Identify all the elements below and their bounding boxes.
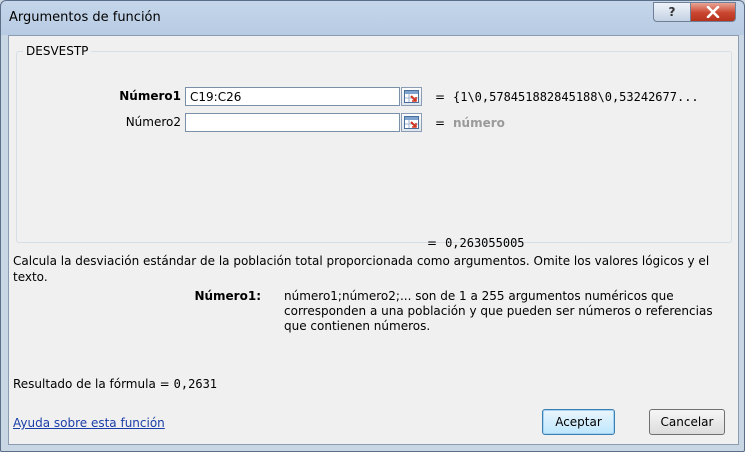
question-mark-icon: ?	[668, 5, 676, 19]
arg2-result: número	[453, 116, 505, 130]
arg-help-name: Número1:	[194, 289, 261, 303]
ok-button[interactable]: Aceptar	[542, 409, 615, 435]
arg2-equals: =	[435, 116, 446, 130]
formula-result: Resultado de la fórmula = 0,2631	[13, 377, 217, 391]
result-equals: =	[427, 236, 438, 250]
help-link[interactable]: Ayuda sobre esta función	[13, 416, 165, 430]
arg2-collapse-button[interactable]	[401, 113, 422, 132]
function-name: DESVESTP	[23, 44, 92, 58]
arg2-label: Número2	[125, 115, 181, 129]
arg1-collapse-button[interactable]	[401, 87, 422, 106]
range-select-icon	[404, 116, 419, 129]
function-result: = 0,263055005	[427, 236, 525, 250]
title-bar: Argumentos de función ?	[1, 1, 744, 35]
arg1-label: Número1	[119, 89, 181, 103]
formula-result-value: 0,2631	[173, 377, 218, 391]
arg1-equals: =	[435, 90, 446, 104]
arg2-input[interactable]	[185, 113, 400, 132]
dialog-title: Argumentos de función	[9, 10, 161, 25]
formula-result-label: Resultado de la fórmula =	[13, 377, 170, 391]
arg-help-text: número1;número2;... son de 1 a 255 argum…	[284, 289, 713, 333]
function-description: Calcula la desviación estándar de la pob…	[13, 254, 710, 284]
dialog-body: DESVESTP Número1 = {1\0,578451882845188\…	[8, 35, 739, 445]
cancel-button[interactable]: Cancelar	[649, 409, 725, 435]
result-value: 0,263055005	[445, 236, 525, 250]
function-arguments-dialog: Argumentos de función ? DESVESTP Número1	[0, 0, 745, 452]
arg1-result: {1\0,578451882845188\0,53242677...	[453, 90, 699, 104]
close-icon	[706, 6, 720, 18]
arg1-input[interactable]	[185, 87, 400, 106]
arguments-group: DESVESTP Número1 = {1\0,578451882845188\…	[16, 44, 732, 243]
help-button[interactable]: ?	[653, 2, 690, 22]
range-select-icon	[404, 90, 419, 103]
close-button[interactable]	[690, 2, 736, 22]
